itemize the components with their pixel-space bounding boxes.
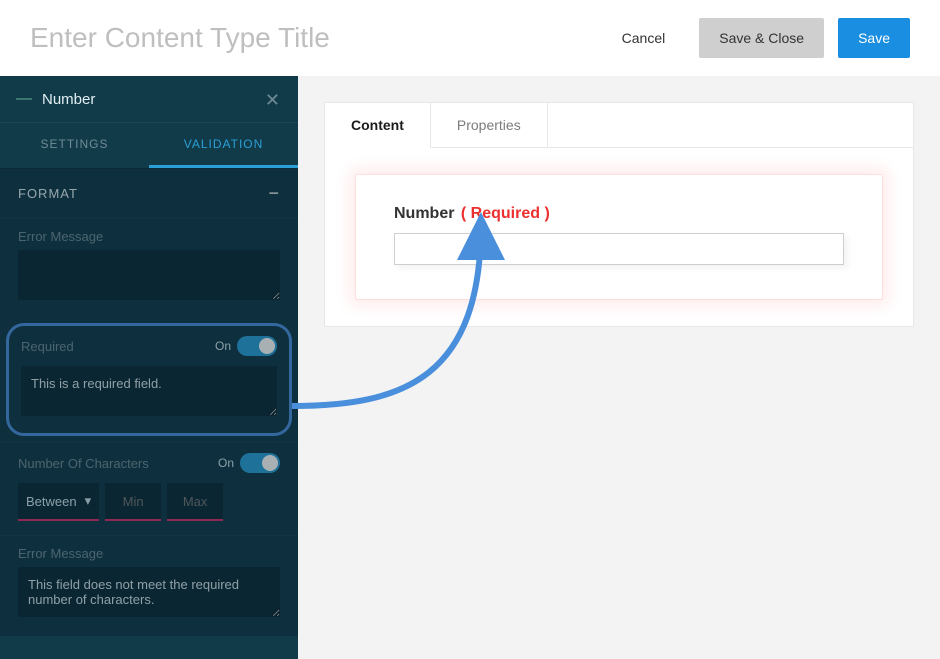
collapse-icon[interactable]: — [16,90,32,108]
min-input[interactable] [105,483,161,521]
sidebar-field-type: Number [42,91,95,108]
error-message-2-input[interactable] [18,567,280,617]
num-chars-label: Number Of Characters [18,456,149,471]
number-field-input[interactable] [394,233,844,265]
field-highlight: Number ( Required ) [355,174,883,300]
save-close-button[interactable]: Save & Close [699,18,824,58]
tab-settings[interactable]: SETTINGS [0,123,149,168]
cancel-button[interactable]: Cancel [602,18,686,58]
format-label: FORMAT [18,186,78,201]
range-mode-value: Between [26,494,77,509]
max-input[interactable] [167,483,223,521]
required-label: Required [21,339,74,354]
tab-content[interactable]: Content [325,103,431,148]
collapse-format-icon[interactable]: − [268,183,280,204]
error-message-label: Error Message [18,229,280,244]
content-card: Content Properties Number ( Required ) [324,102,914,327]
error-message-input[interactable] [18,250,280,300]
num-chars-switch[interactable] [240,453,280,473]
required-tag: ( Required ) [461,205,550,222]
required-switch[interactable] [237,336,277,356]
sidebar: — Number ✕ SETTINGS VALIDATION FORMAT − … [0,76,298,659]
page-title[interactable]: Enter Content Type Title [30,22,330,54]
num-chars-switch-label: On [218,456,234,470]
save-button[interactable]: Save [838,18,910,58]
required-message-input[interactable] [21,366,277,416]
required-highlight: Required On [6,323,292,436]
range-mode-select[interactable]: Between ▾ [18,483,99,521]
chevron-down-icon: ▾ [85,493,92,509]
tab-properties[interactable]: Properties [431,103,548,148]
close-icon[interactable]: ✕ [265,90,280,111]
error-message-2-label: Error Message [18,546,280,561]
field-label: Number [394,205,454,222]
tab-validation[interactable]: VALIDATION [149,123,298,168]
required-switch-label: On [215,339,231,353]
